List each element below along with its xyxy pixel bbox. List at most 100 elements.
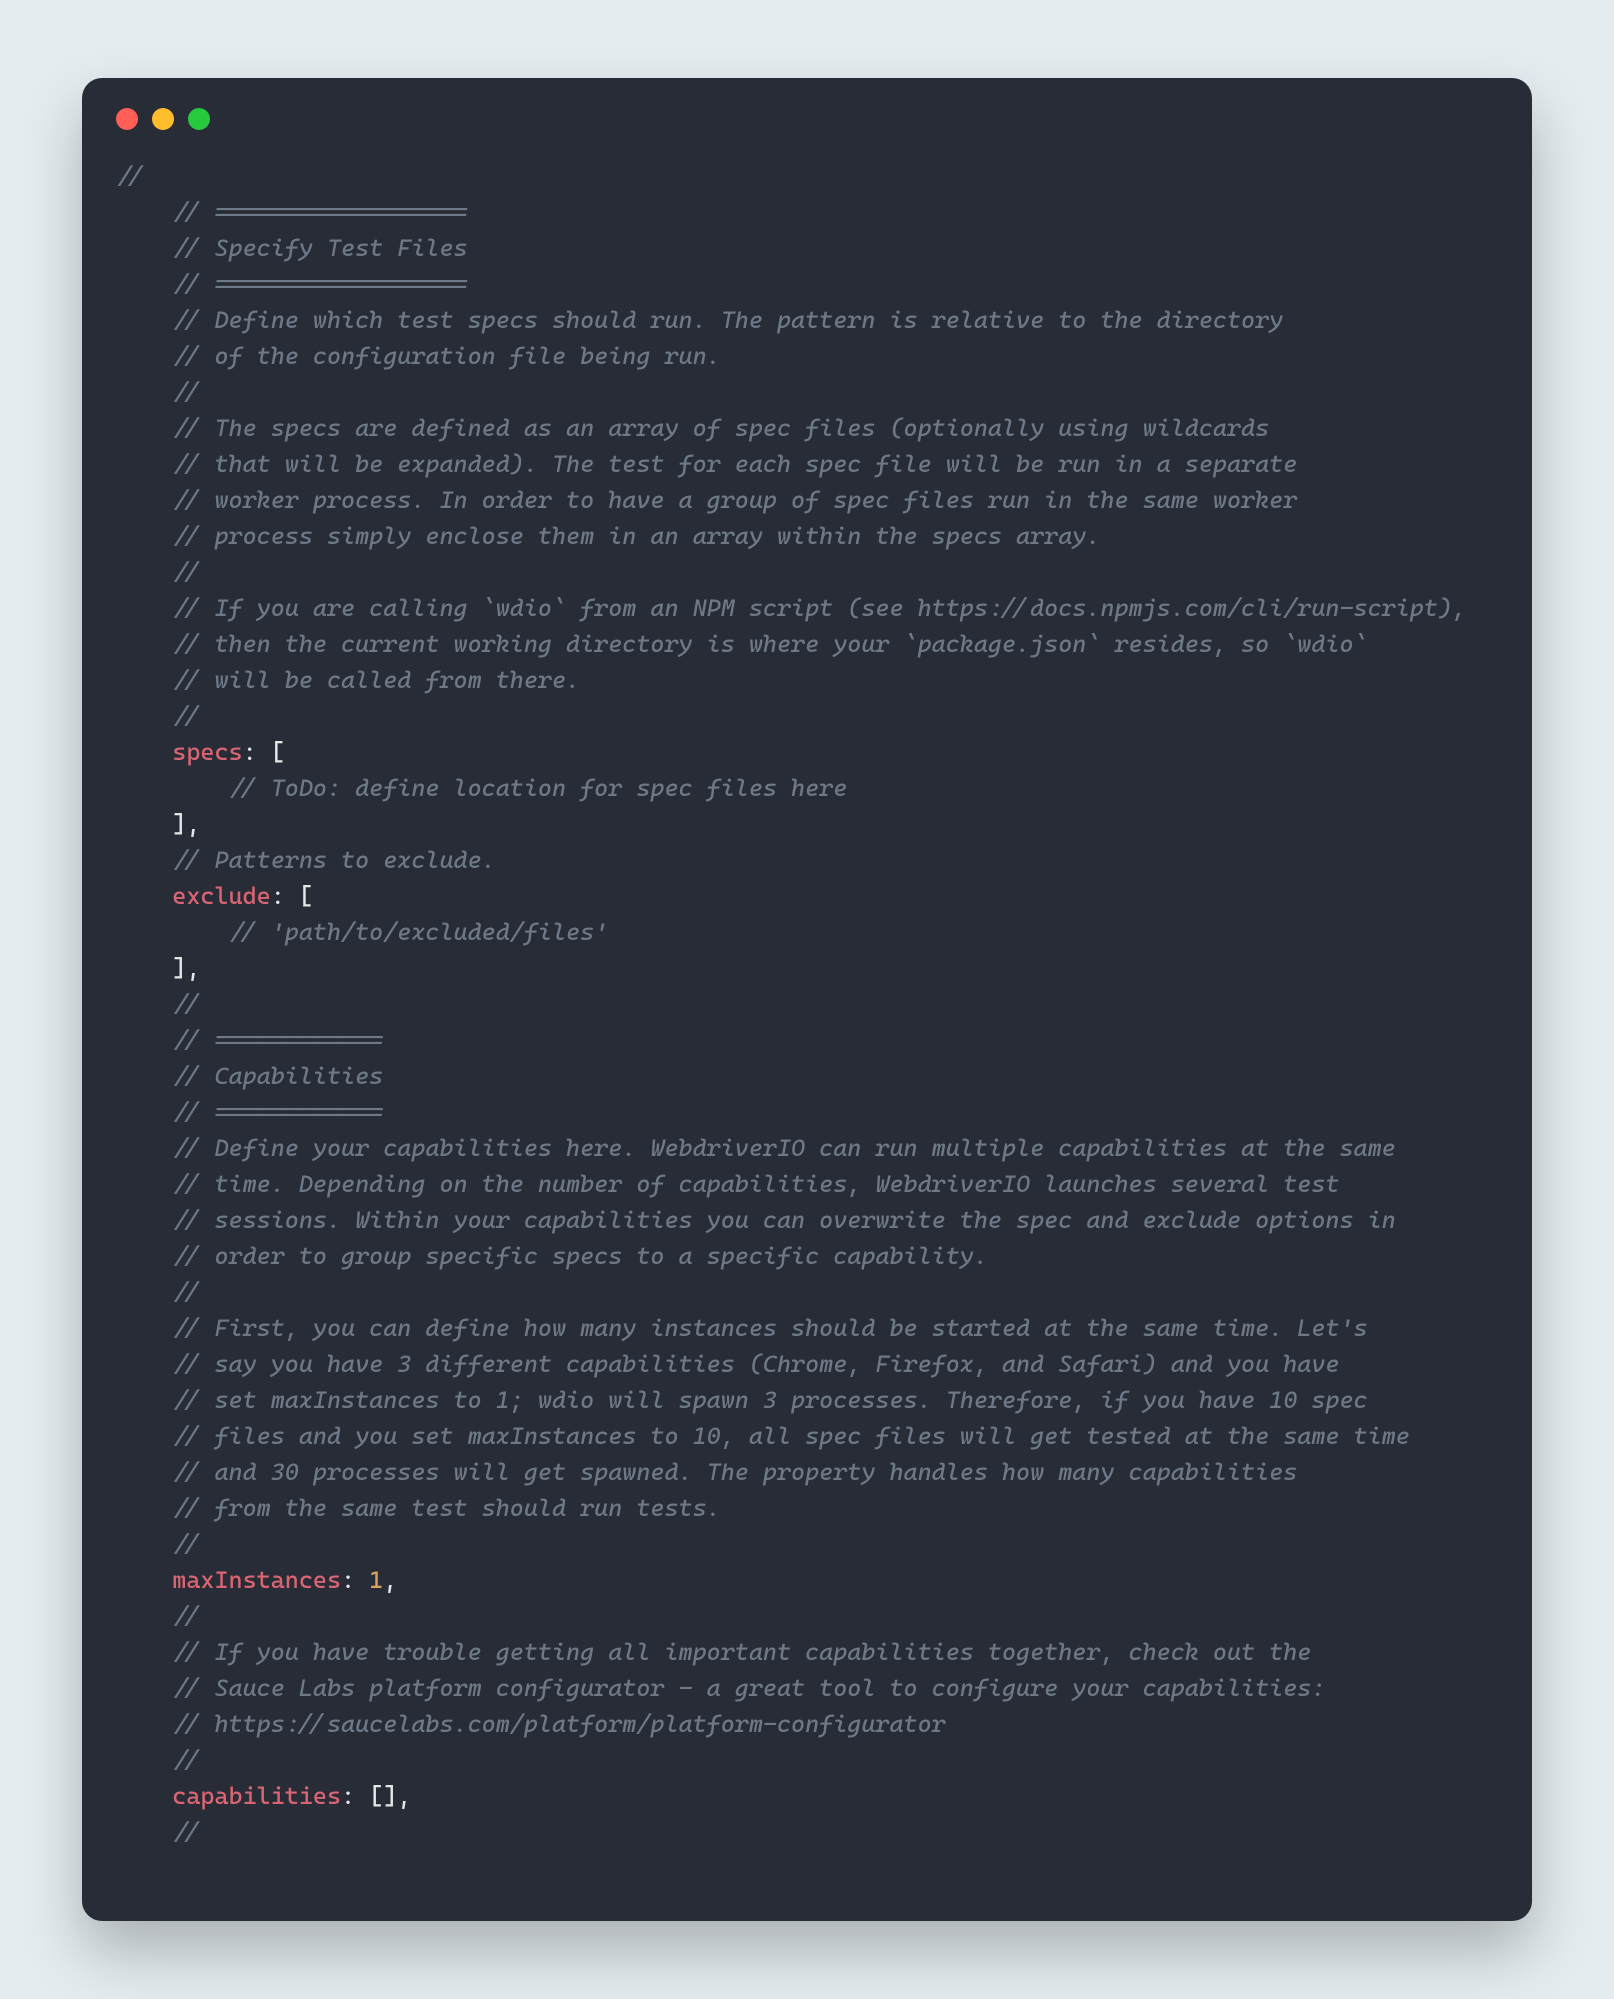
token-cmt: // that will be expanded). The test for … bbox=[172, 450, 1297, 478]
page-wrap: // // ================== // Specify Test… bbox=[0, 0, 1614, 1999]
code-line: // If you are calling `wdio` from an NPM… bbox=[116, 594, 1466, 622]
code-line: // bbox=[116, 1818, 200, 1846]
token-key: exclude bbox=[172, 882, 270, 910]
code-line: // bbox=[116, 162, 144, 190]
code-line: ], bbox=[116, 954, 200, 982]
token-cmt: // ================== bbox=[172, 270, 467, 298]
code-line: // then the current working directory is… bbox=[116, 630, 1368, 658]
code-line: exclude: [ bbox=[116, 882, 313, 910]
token-cmt: // bbox=[172, 1530, 200, 1558]
token-cmt: // ToDo: define location for spec files … bbox=[229, 774, 848, 802]
token-punct: : bbox=[341, 1566, 369, 1594]
token-cmt: // First, you can define how many instan… bbox=[172, 1314, 1367, 1342]
code-line: // https://saucelabs.com/platform/platfo… bbox=[116, 1710, 946, 1738]
token-cmt: // files and you set maxInstances to 10,… bbox=[172, 1422, 1410, 1450]
token-key: maxInstances bbox=[172, 1566, 341, 1594]
code-line: // of the configuration file being run. bbox=[116, 342, 721, 370]
token-cmt: // order to group specific specs to a sp… bbox=[172, 1242, 988, 1270]
token-cmt: // bbox=[172, 1602, 200, 1630]
code-line: specs: [ bbox=[116, 738, 285, 766]
code-line: // Define your capabilities here. Webdri… bbox=[116, 1134, 1396, 1162]
token-cmt: // of the configuration file being run. bbox=[172, 342, 720, 370]
token-punct: : [ bbox=[271, 882, 313, 910]
code-line: // Sauce Labs platform configurator - a … bbox=[116, 1674, 1325, 1702]
code-line: // bbox=[116, 1530, 200, 1558]
window-traffic-lights bbox=[116, 108, 1498, 130]
token-cmt: // set maxInstances to 1; wdio will spaw… bbox=[172, 1386, 1367, 1414]
token-cmt: // worker process. In order to have a gr… bbox=[172, 486, 1297, 514]
token-cmt: // bbox=[172, 378, 200, 406]
code-line: // Patterns to exclude. bbox=[116, 846, 496, 874]
token-punct: , bbox=[383, 1566, 397, 1594]
code-line: ], bbox=[116, 810, 200, 838]
token-cmt: // Patterns to exclude. bbox=[172, 846, 495, 874]
token-cmt: // then the current working directory is… bbox=[172, 630, 1367, 658]
code-line: // bbox=[116, 702, 200, 730]
token-cmt: // say you have 3 different capabilities… bbox=[172, 1350, 1339, 1378]
token-cmt: // bbox=[172, 1746, 200, 1774]
code-line: // Capabilities bbox=[116, 1062, 383, 1090]
token-cmt: // If you are calling `wdio` from an NPM… bbox=[172, 594, 1466, 622]
code-block: // // ================== // Specify Test… bbox=[116, 158, 1498, 1850]
code-window: // // ================== // Specify Test… bbox=[82, 78, 1532, 1921]
token-cmt: // https://saucelabs.com/platform/platfo… bbox=[172, 1710, 945, 1738]
code-line: // and 30 processes will get spawned. Th… bbox=[116, 1458, 1297, 1486]
code-line: // time. Depending on the number of capa… bbox=[116, 1170, 1339, 1198]
code-line: // that will be expanded). The test for … bbox=[116, 450, 1297, 478]
fullscreen-icon[interactable] bbox=[188, 108, 210, 130]
code-line: // bbox=[116, 1278, 200, 1306]
minimize-icon[interactable] bbox=[152, 108, 174, 130]
token-cmt: // Capabilities bbox=[172, 1062, 383, 1090]
code-line: // set maxInstances to 1; wdio will spaw… bbox=[116, 1386, 1368, 1414]
code-line: // Define which test specs should run. T… bbox=[116, 306, 1283, 334]
token-cmt: // process simply enclose them in an arr… bbox=[172, 522, 1100, 550]
code-line: // ============ bbox=[116, 1026, 383, 1054]
token-cmt: // ============ bbox=[172, 1026, 383, 1054]
code-line: maxInstances: 1, bbox=[116, 1566, 397, 1594]
token-cmt: // bbox=[172, 702, 200, 730]
token-cmt: // bbox=[116, 162, 144, 190]
code-line: // bbox=[116, 558, 200, 586]
token-cmt: // and 30 processes will get spawned. Th… bbox=[172, 1458, 1297, 1486]
code-line: // from the same test should run tests. bbox=[116, 1494, 721, 1522]
token-cmt: // bbox=[172, 558, 200, 586]
token-punct: ], bbox=[172, 954, 200, 982]
token-punct: ], bbox=[172, 810, 200, 838]
code-line: // ============ bbox=[116, 1098, 383, 1126]
token-cmt: // Define which test specs should run. T… bbox=[172, 306, 1283, 334]
code-line: // sessions. Within your capabilities yo… bbox=[116, 1206, 1396, 1234]
token-cmt: // will be called from there. bbox=[172, 666, 580, 694]
code-line: capabilities: [], bbox=[116, 1782, 411, 1810]
token-cmt: // Define your capabilities here. Webdri… bbox=[172, 1134, 1395, 1162]
token-cmt: // sessions. Within your capabilities yo… bbox=[172, 1206, 1395, 1234]
token-cmt: // ============ bbox=[172, 1098, 383, 1126]
code-line: // worker process. In order to have a gr… bbox=[116, 486, 1297, 514]
code-line: // ================== bbox=[116, 198, 468, 226]
code-line: // Specify Test Files bbox=[116, 234, 468, 262]
code-line: // If you have trouble getting all impor… bbox=[116, 1638, 1311, 1666]
token-punct: : [], bbox=[341, 1782, 411, 1810]
token-punct: : [ bbox=[243, 738, 285, 766]
token-num: 1 bbox=[369, 1566, 383, 1594]
code-line: // bbox=[116, 990, 200, 1018]
token-cmt: // 'path/to/excluded/files' bbox=[229, 918, 609, 946]
token-cmt: // time. Depending on the number of capa… bbox=[172, 1170, 1339, 1198]
token-cmt: // bbox=[172, 990, 200, 1018]
code-line: // say you have 3 different capabilities… bbox=[116, 1350, 1339, 1378]
code-line: // bbox=[116, 1602, 200, 1630]
code-line: // The specs are defined as an array of … bbox=[116, 414, 1269, 442]
code-line: // First, you can define how many instan… bbox=[116, 1314, 1368, 1342]
token-key: specs bbox=[172, 738, 242, 766]
token-cmt: // bbox=[172, 1278, 200, 1306]
token-cmt: // Sauce Labs platform configurator - a … bbox=[172, 1674, 1325, 1702]
code-line: // bbox=[116, 1746, 200, 1774]
token-cmt: // The specs are defined as an array of … bbox=[172, 414, 1269, 442]
token-cmt: // bbox=[172, 1818, 200, 1846]
code-line: // ================== bbox=[116, 270, 468, 298]
token-cmt: // ================== bbox=[172, 198, 467, 226]
token-cmt: // from the same test should run tests. bbox=[172, 1494, 720, 1522]
token-key: capabilities bbox=[172, 1782, 341, 1810]
close-icon[interactable] bbox=[116, 108, 138, 130]
code-line: // order to group specific specs to a sp… bbox=[116, 1242, 988, 1270]
code-line: // will be called from there. bbox=[116, 666, 580, 694]
